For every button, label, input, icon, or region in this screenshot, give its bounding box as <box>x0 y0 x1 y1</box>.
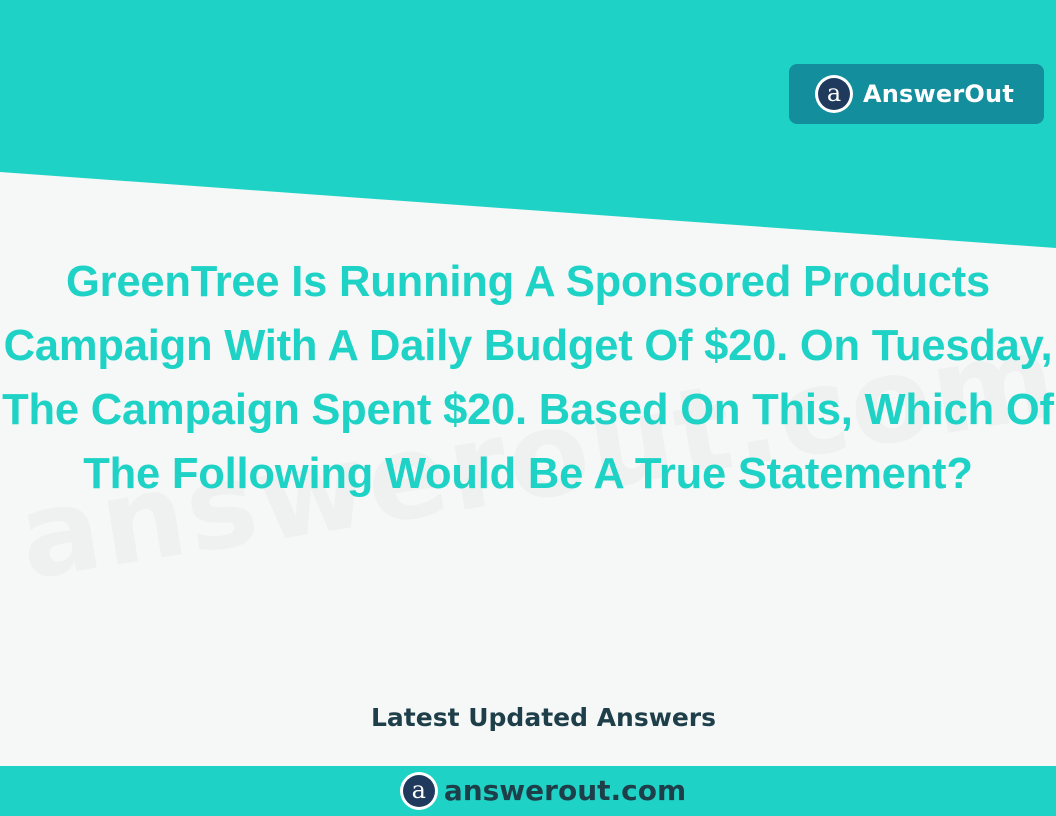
brand-name: AnswerOut <box>863 80 1014 108</box>
brand-badge[interactable]: a AnswerOut <box>789 64 1044 124</box>
answerout-logo-icon: a <box>815 75 853 113</box>
question-title: GreenTree Is Running A Sponsored Product… <box>2 258 1054 498</box>
answerout-logo-icon: a <box>399 772 438 810</box>
site-url-link[interactable]: answerout.com <box>444 771 686 811</box>
footer-bar: a answerout.com <box>0 766 1056 816</box>
latest-updated-answers-label: Latest Updated Answers <box>371 703 716 732</box>
